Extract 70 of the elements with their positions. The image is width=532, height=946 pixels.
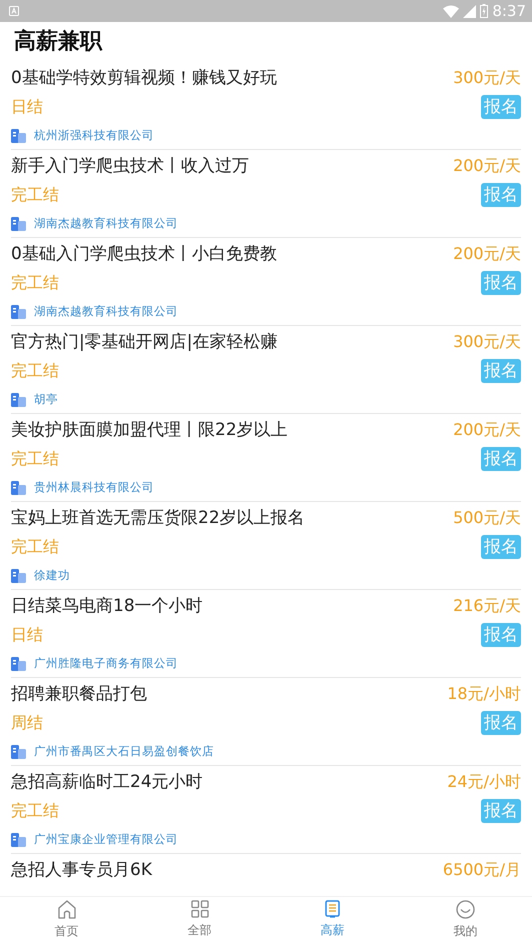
building-icon xyxy=(11,216,26,230)
salary: 6500元/月 xyxy=(442,859,521,881)
salary: 216元/天 xyxy=(453,595,521,617)
settlement-type: 完工结 xyxy=(11,448,59,470)
page-title: 高薪兼职 xyxy=(13,28,104,56)
apply-button[interactable]: 报名 xyxy=(481,95,521,119)
building-icon xyxy=(11,128,26,142)
company-name: 胡亭 xyxy=(34,391,58,408)
tab-bar-item[interactable]: 我的 xyxy=(399,897,532,946)
job-title: 宝妈上班首选无需压货限22岁以上报名 xyxy=(11,507,305,530)
building-icon xyxy=(11,392,26,406)
tab-bar-item[interactable]: 全部 xyxy=(133,897,266,946)
smiley-icon xyxy=(456,900,475,919)
job-title: 新手入门学爬虫技术丨收入过万 xyxy=(11,155,249,178)
company-name: 徐建功 xyxy=(34,567,70,584)
home-icon xyxy=(58,900,76,919)
salary: 200元/天 xyxy=(453,419,521,441)
battery-icon xyxy=(480,4,488,18)
salary: 300元/天 xyxy=(453,331,521,353)
apply-button[interactable]: 报名 xyxy=(481,799,521,823)
salary: 200元/天 xyxy=(453,243,521,265)
settlement-type: 完工结 xyxy=(11,184,59,206)
salary: 18元/小时 xyxy=(447,683,521,705)
job-title: 招聘兼职餐品打包 xyxy=(11,683,147,706)
settlement-type: 完工结 xyxy=(11,536,59,558)
job-title: 美妆护肤面膜加盟代理丨限22岁以上 xyxy=(11,419,288,442)
document-icon xyxy=(325,900,340,918)
apply-button[interactable]: 报名 xyxy=(481,711,521,735)
salary: 24元/小时 xyxy=(447,771,521,793)
grid-icon xyxy=(190,900,208,918)
job-title: 急招人事专员月6K xyxy=(11,859,152,882)
job-title: 日结菜鸟电商18一个小时 xyxy=(11,595,203,618)
settlement-type: 完工结 xyxy=(11,360,59,382)
salary: 300元/天 xyxy=(453,67,521,89)
job-title: 官方热门|零基础开网店|在家轻松赚 xyxy=(11,331,278,354)
settlement-type: 完工结 xyxy=(11,800,59,822)
building-icon xyxy=(11,744,26,758)
settlement-type: 日结 xyxy=(11,96,43,118)
tab-bar-item[interactable]: 首页 xyxy=(0,897,133,946)
company-name: 贵州林晨科技有限公司 xyxy=(34,479,154,496)
settlement-type: 周结 xyxy=(11,712,43,734)
company-name: 杭州浙强科技有限公司 xyxy=(34,127,154,144)
apply-button[interactable]: 报名 xyxy=(481,183,521,207)
company-name: 广州宝康企业管理有限公司 xyxy=(34,831,178,848)
settlement-type: 完工结 xyxy=(11,272,59,294)
company-name: 湖南杰越教育科技有限公司 xyxy=(34,215,178,232)
clock-time: 8:37 xyxy=(492,1,526,22)
building-icon xyxy=(11,656,26,670)
apply-button[interactable]: 报名 xyxy=(481,535,521,559)
salary: 200元/天 xyxy=(453,155,521,177)
wifi-icon xyxy=(443,4,460,18)
notification-icon xyxy=(9,6,19,16)
building-icon xyxy=(11,568,26,582)
company-name: 湖南杰越教育科技有限公司 xyxy=(34,303,178,320)
job-title: 0基础入门学爬虫技术丨小白免费教 xyxy=(11,243,277,266)
apply-button[interactable]: 报名 xyxy=(481,359,521,383)
job-title: 0基础学特效剪辑视频！赚钱又好玩 xyxy=(11,67,277,90)
building-icon xyxy=(11,480,26,494)
apply-button[interactable]: 报名 xyxy=(481,447,521,471)
company-name: 广州胜隆电子商务有限公司 xyxy=(34,655,178,672)
signal-icon xyxy=(463,4,476,18)
tab-bar-item[interactable]: 高薪 xyxy=(266,897,399,946)
settlement-type: 日结 xyxy=(11,624,43,646)
building-icon xyxy=(11,832,26,846)
company-name: 广州市番禺区大石日易盈创餐饮店 xyxy=(34,743,214,760)
job-title: 急招高薪临时工24元小时 xyxy=(11,771,203,794)
apply-button[interactable]: 报名 xyxy=(481,623,521,647)
building-icon xyxy=(11,304,26,318)
salary: 500元/天 xyxy=(453,507,521,529)
apply-button[interactable]: 报名 xyxy=(481,271,521,295)
